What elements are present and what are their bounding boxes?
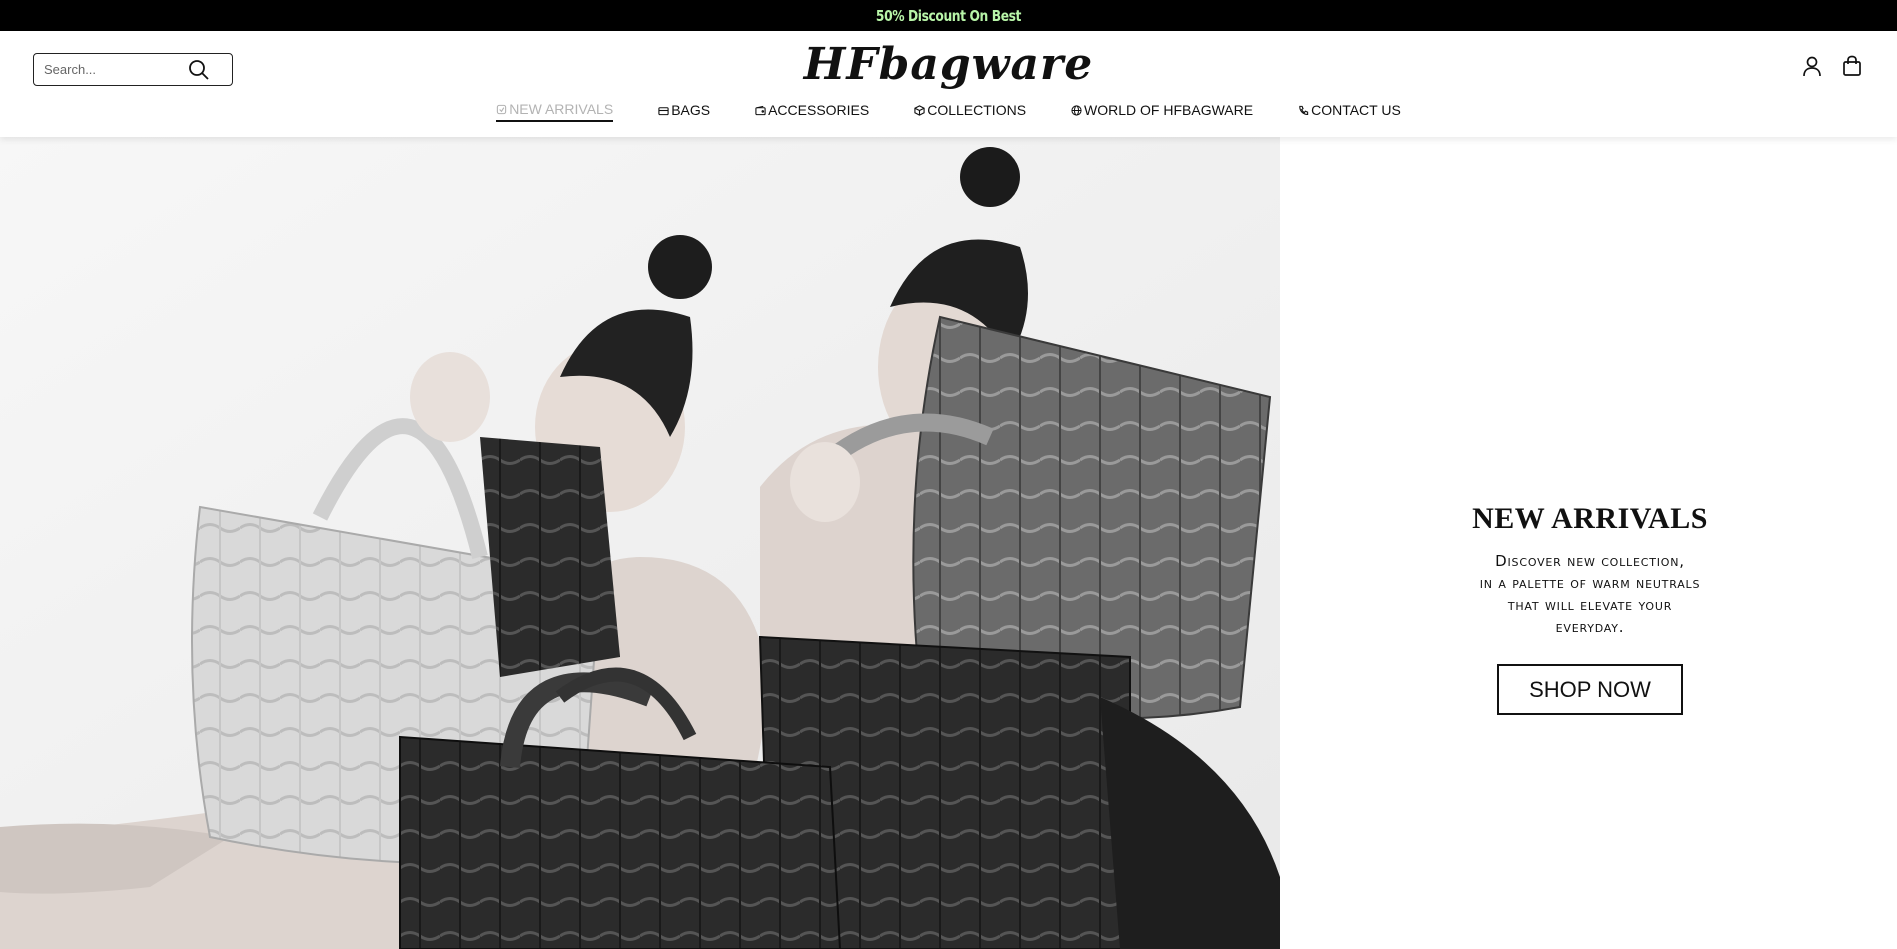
nav-label: NEW ARRIVALS (509, 101, 614, 117)
logo-text[interactable]: HFbagware (804, 39, 1093, 90)
new-icon (497, 104, 507, 114)
nav-item-new-arrivals[interactable]: NEW ARRIVALS (496, 101, 614, 122)
main-navigation: NEW ARRIVALS BAGS ACCESSORIES COLLECTION… (0, 101, 1897, 122)
nav-item-collections[interactable]: COLLECTIONS (914, 101, 1026, 122)
shop-now-button[interactable]: SHOP NOW (1497, 664, 1683, 715)
nav-label: CONTACT US (1311, 102, 1401, 118)
hero-image (0, 137, 1280, 949)
nav-label: COLLECTIONS (927, 102, 1027, 118)
announcement-bar: 50% Discount On Best (0, 0, 1897, 31)
search-box (33, 53, 233, 86)
search-input[interactable] (44, 55, 194, 84)
nav-item-bags[interactable]: BAGS (658, 101, 710, 122)
search-icon[interactable] (188, 59, 210, 81)
phone-icon (1299, 105, 1309, 115)
logo: HFbagware (0, 39, 1897, 90)
hero-description: Discover new collection, in a palette of… (1479, 552, 1701, 636)
nav-item-accessories[interactable]: ACCESSORIES (755, 101, 869, 122)
account-icon[interactable] (1799, 53, 1825, 79)
header-icons (1799, 53, 1865, 79)
nav-item-world[interactable]: WORLD OF HFBAGWARE (1071, 101, 1253, 122)
nav-label: BAGS (671, 102, 711, 118)
nav-item-contact[interactable]: CONTACT US (1298, 101, 1401, 122)
globe-icon (1071, 104, 1082, 116)
nav-label: WORLD OF HFBAGWARE (1084, 102, 1254, 118)
bag-icon (658, 106, 669, 115)
box-icon (914, 104, 925, 116)
wallet-icon (755, 105, 766, 115)
hero-promo: NEW ARRIVALS Discover new collection, in… (1390, 502, 1790, 715)
announcement-text: 50% Discount On Best (875, 6, 1022, 25)
nav-label: ACCESSORIES (768, 102, 870, 118)
cart-icon[interactable] (1839, 53, 1865, 79)
hero-title: NEW ARRIVALS (1472, 502, 1708, 535)
site-header: HFbagware NEW ARRIVALS BAGS (0, 31, 1897, 137)
